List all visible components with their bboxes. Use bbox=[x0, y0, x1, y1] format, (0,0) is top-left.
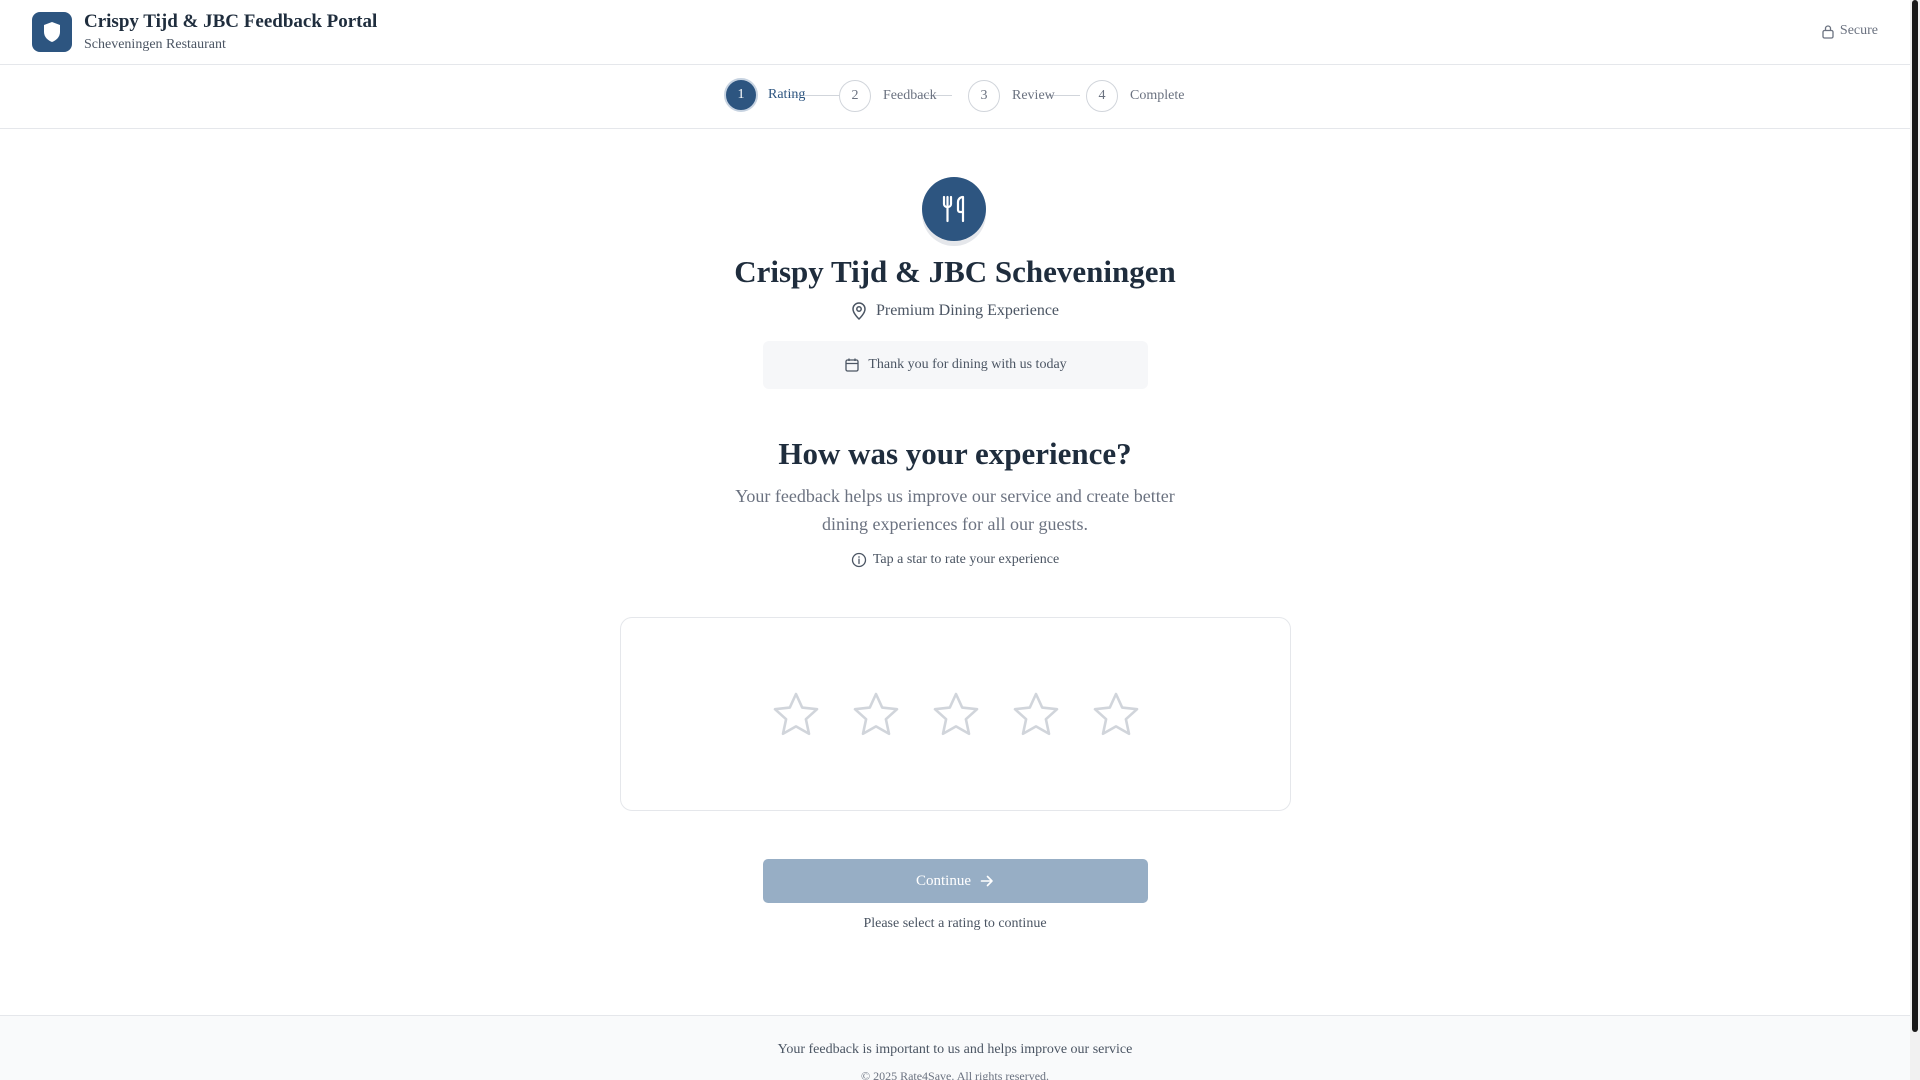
app-header: Crispy Tijd & JBC Feedback Portal Scheve… bbox=[0, 0, 1910, 65]
step-complete: 4 Complete bbox=[1086, 80, 1184, 112]
info-icon bbox=[851, 552, 866, 568]
progress-stepper bbox=[0, 65, 1910, 129]
continue-label: Continue bbox=[916, 872, 971, 889]
step-number: 4 bbox=[1086, 80, 1118, 112]
star-icon-1[interactable] bbox=[771, 690, 821, 740]
hint-text: Tap a star to rate your experience bbox=[872, 552, 1060, 567]
step-number: 2 bbox=[839, 80, 871, 112]
secure-label: Secure bbox=[1839, 23, 1878, 38]
scrollbar-thumb[interactable] bbox=[1912, 0, 1918, 1032]
question-title: How was your experience? bbox=[778, 436, 1132, 471]
thanks-banner: Thank you for dining with us today bbox=[763, 341, 1148, 389]
page-footer: Your feedback is important to us and hel… bbox=[0, 1015, 1910, 1080]
star-icon-3[interactable] bbox=[931, 690, 981, 740]
step-number: 1 bbox=[724, 78, 758, 112]
step-number: 3 bbox=[968, 80, 1000, 112]
step-feedback: 2 Feedback bbox=[839, 80, 937, 112]
tagline-text: Premium Dining Experience bbox=[875, 302, 1060, 319]
footer-message: Your feedback is important to us and hel… bbox=[777, 1042, 1133, 1057]
restaurant-tagline: Premium Dining Experience bbox=[0, 302, 1910, 320]
step-label: Rating bbox=[768, 87, 806, 102]
step-review: 3 Review bbox=[968, 80, 1055, 112]
page-scrollbar[interactable] bbox=[1910, 0, 1920, 1080]
step-rating: 1 Rating bbox=[724, 78, 805, 112]
star-rating-card bbox=[620, 617, 1291, 811]
star-rating bbox=[621, 690, 1290, 740]
secure-indicator: Secure bbox=[1821, 23, 1878, 39]
arrow-right-icon bbox=[980, 875, 993, 887]
portal-title: Crispy Tijd & JBC Feedback Portal bbox=[84, 11, 378, 32]
footer-copyright: © 2025 Rate4Save. All rights reserved. bbox=[860, 1069, 1050, 1080]
step-label: Review bbox=[1012, 88, 1055, 103]
shield-logo-icon bbox=[32, 12, 72, 52]
calendar-icon bbox=[845, 358, 859, 372]
continue-button[interactable]: Continue bbox=[763, 859, 1148, 903]
restaurant-name: Crispy Tijd & JBC Scheveningen bbox=[734, 254, 1176, 289]
question-description: Your feedback helps us improve our servi… bbox=[735, 486, 1175, 534]
rating-hint: Tap a star to rate your experience bbox=[0, 552, 1910, 568]
star-icon-4[interactable] bbox=[1011, 690, 1061, 740]
step-label: Feedback bbox=[883, 88, 937, 103]
star-icon-5[interactable] bbox=[1091, 690, 1141, 740]
lock-icon bbox=[1822, 24, 1834, 39]
map-pin-icon bbox=[852, 302, 866, 320]
star-icon-2[interactable] bbox=[851, 690, 901, 740]
step-label: Complete bbox=[1130, 88, 1185, 103]
utensils-icon bbox=[922, 177, 986, 241]
thanks-text: Thank you for dining with us today bbox=[868, 357, 1067, 372]
portal-subtitle: Scheveningen Restaurant bbox=[84, 37, 226, 52]
continue-note: Please select a rating to continue bbox=[863, 916, 1047, 931]
